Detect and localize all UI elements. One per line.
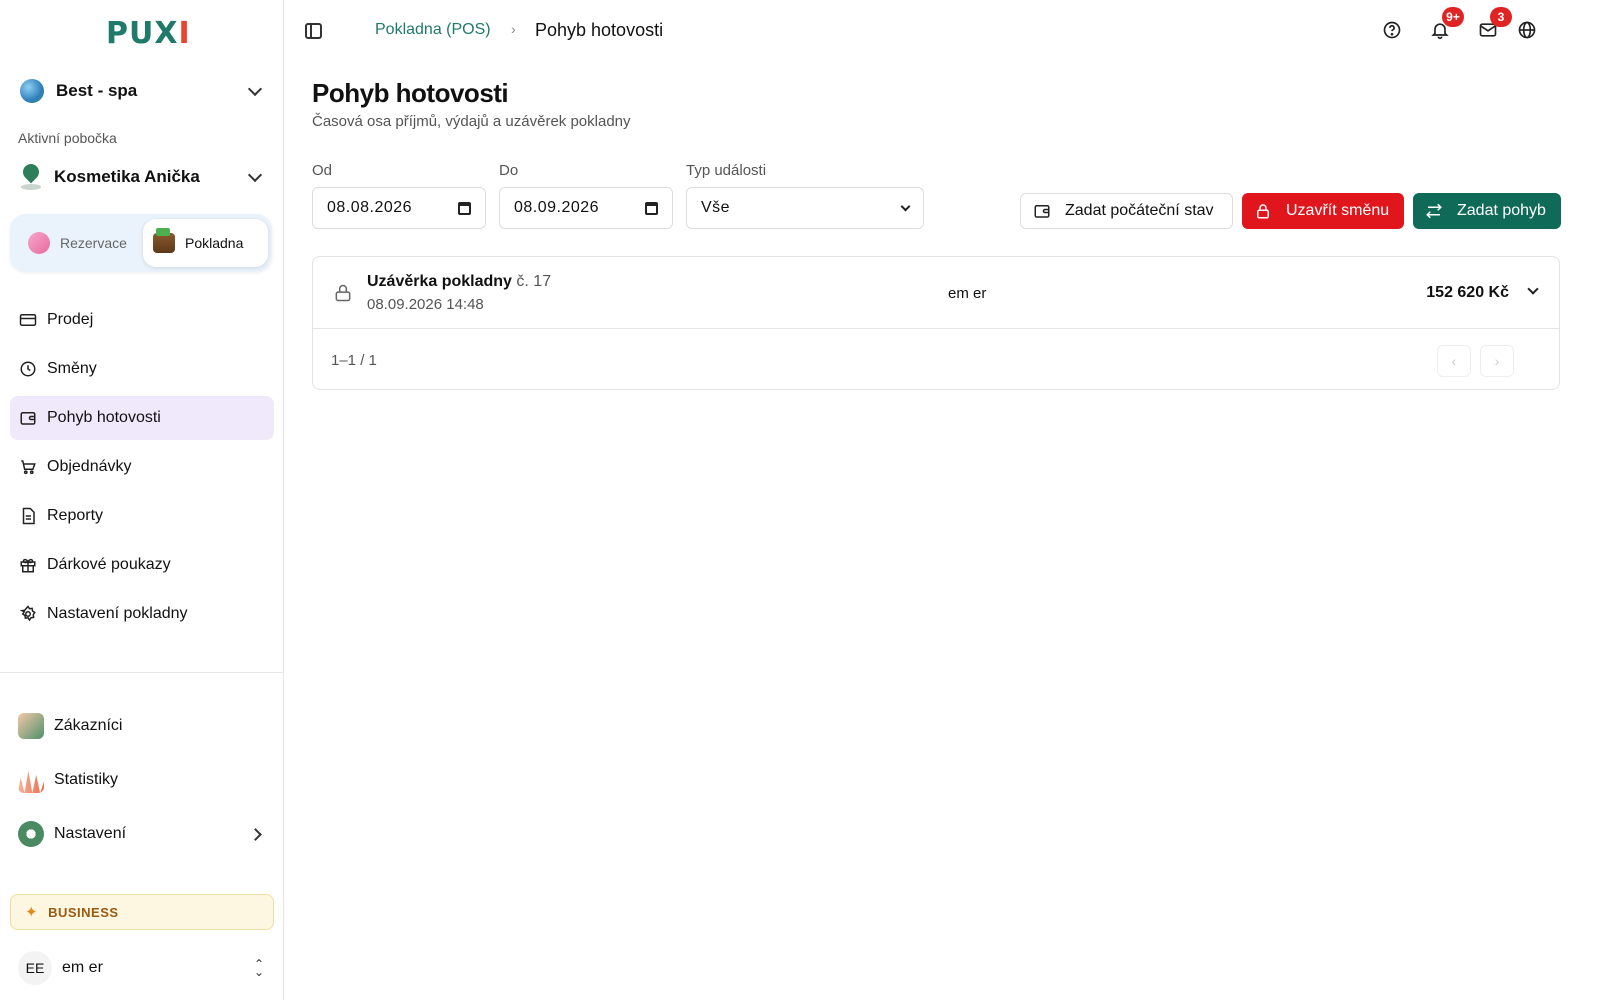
organization-selector[interactable]: Best - spa xyxy=(20,76,268,106)
add-movement-button[interactable]: Zadat pohyb xyxy=(1413,193,1561,229)
sidebar-secondary-nav: Zákazníci Statistiky Nastavení xyxy=(18,710,274,872)
gift-icon xyxy=(19,556,37,574)
calendar-icon xyxy=(28,232,50,254)
initial-state-button[interactable]: Zadat počáteční stav xyxy=(1020,193,1233,229)
user-name: em er xyxy=(62,959,103,976)
calendar-icon[interactable] xyxy=(458,201,471,215)
expand-chevron-icon[interactable] xyxy=(1527,283,1539,295)
breadcrumb-parent[interactable]: Pokladna (POS) xyxy=(375,21,491,39)
to-label: Do xyxy=(499,162,519,179)
organization-name: Best - spa xyxy=(56,81,138,100)
page-title: Pohyb hotovosti xyxy=(312,78,509,108)
user-menu[interactable]: EE em er ⌃ ⌄ xyxy=(18,948,274,988)
help-icon[interactable] xyxy=(1382,20,1402,40)
entry-title: Uzávěrka pokladny č. 17 xyxy=(367,273,552,290)
sidebar-item-reporty[interactable]: Reporty xyxy=(10,494,274,538)
bell-icon[interactable]: 9+ xyxy=(1430,7,1464,40)
settings-icon xyxy=(18,821,44,847)
sidebar-item-smeny[interactable]: Směny xyxy=(10,347,274,391)
puxi-logo[interactable]: PUXI xyxy=(106,16,191,51)
prev-page-button[interactable]: ‹ xyxy=(1437,345,1471,377)
switcher-rezervace[interactable]: Rezervace xyxy=(14,219,143,267)
cash-movement-list: Uzávěrka pokladny č. 17 08.09.2026 14:48… xyxy=(312,256,1560,390)
entry-amount: 152 620 Kč xyxy=(1426,284,1509,301)
chevron-down-icon xyxy=(247,167,263,182)
wallet-icon xyxy=(1033,202,1051,220)
page-subtitle: Časová osa příjmů, výdajů a uzávěrek pok… xyxy=(312,113,631,130)
from-label: Od xyxy=(312,162,333,179)
chevron-down-icon xyxy=(247,81,263,96)
swap-arrows-icon xyxy=(1425,202,1443,220)
breadcrumb-current: Pohyb hotovosti xyxy=(535,20,664,40)
statistics-icon xyxy=(18,770,44,793)
wallet-icon xyxy=(153,228,175,253)
sidebar-divider xyxy=(0,672,284,673)
sidebar-item-pohyb-hotovosti[interactable]: Pohyb hotovosti xyxy=(10,396,274,440)
customers-icon xyxy=(18,713,44,739)
sidebar-nav: Prodej Směny Pohyb hotovosti Objednávky … xyxy=(10,298,274,641)
sidebar-item-nastaveni-pokladny[interactable]: Nastavení pokladny xyxy=(10,592,274,636)
lock-icon xyxy=(333,283,353,303)
sidebar-toggle-icon[interactable] xyxy=(305,23,322,39)
chevron-right-icon: › xyxy=(1494,353,1500,369)
entry-datetime: 08.09.2026 14:48 xyxy=(367,296,484,313)
sidebar-item-prodej[interactable]: Prodej xyxy=(10,298,274,342)
sidebar-item-statistiky[interactable]: Statistiky xyxy=(18,764,274,796)
wallet-icon xyxy=(19,409,37,427)
branch-name: Kosmetika Anička xyxy=(54,167,200,186)
module-switcher: Rezervace Pokladna xyxy=(10,214,272,272)
entry-user: em er xyxy=(948,285,987,302)
language-globe-icon[interactable] xyxy=(1517,20,1537,40)
branch-selector[interactable]: Kosmetika Anička xyxy=(20,162,268,192)
location-pin-icon xyxy=(20,164,42,190)
switcher-pokladna[interactable]: Pokladna xyxy=(143,219,268,267)
chevron-updown-icon: ⌃ ⌄ xyxy=(253,957,264,979)
sparkle-icon: ✦ xyxy=(25,904,39,921)
cart-icon xyxy=(19,458,37,476)
breadcrumb-separator-icon: › xyxy=(511,21,516,37)
avatar: EE xyxy=(18,951,52,985)
sidebar-item-objednavky[interactable]: Objednávky xyxy=(10,445,274,489)
next-page-button[interactable]: › xyxy=(1480,345,1514,377)
notifications-badge: 9+ xyxy=(1442,7,1464,27)
chevron-left-icon: ‹ xyxy=(1451,353,1457,369)
calendar-icon[interactable] xyxy=(645,201,658,215)
sidebar-item-zakaznici[interactable]: Zákazníci xyxy=(18,710,274,742)
sidebar-item-nastaveni[interactable]: Nastavení xyxy=(18,818,274,850)
clock-icon xyxy=(19,360,37,378)
chevron-right-icon xyxy=(249,827,262,841)
to-date-input[interactable]: 08.09.2026 xyxy=(499,187,673,229)
gear-icon xyxy=(19,605,37,623)
plan-badge[interactable]: ✦ BUSINESS xyxy=(10,894,274,930)
card-icon xyxy=(19,311,37,329)
pagination-info: 1–1 / 1 xyxy=(331,352,377,369)
close-shift-button[interactable]: Uzavřít směnu xyxy=(1242,193,1404,229)
mail-icon[interactable]: 3 xyxy=(1478,7,1512,40)
topbar: Pokladna (POS) › Pohyb hotovosti 9+ 3 xyxy=(285,0,1600,62)
branch-label: Aktivní pobočka xyxy=(18,130,117,146)
chevron-down-icon xyxy=(900,201,911,211)
event-type-select[interactable]: Vše xyxy=(686,187,924,229)
list-item[interactable]: Uzávěrka pokladny č. 17 08.09.2026 14:48… xyxy=(313,257,1559,329)
from-date-input[interactable]: 08.08.2026 xyxy=(312,187,486,229)
messages-badge: 3 xyxy=(1490,7,1512,27)
sidebar-item-darkove-poukazy[interactable]: Dárkové poukazy xyxy=(10,543,274,587)
sidebar: PUXI Best - spa Aktivní pobočka Kosmetik… xyxy=(0,0,284,1000)
document-icon xyxy=(19,507,37,525)
globe-icon xyxy=(20,79,44,103)
event-type-label: Typ události xyxy=(686,162,767,179)
lock-icon xyxy=(1254,202,1272,220)
